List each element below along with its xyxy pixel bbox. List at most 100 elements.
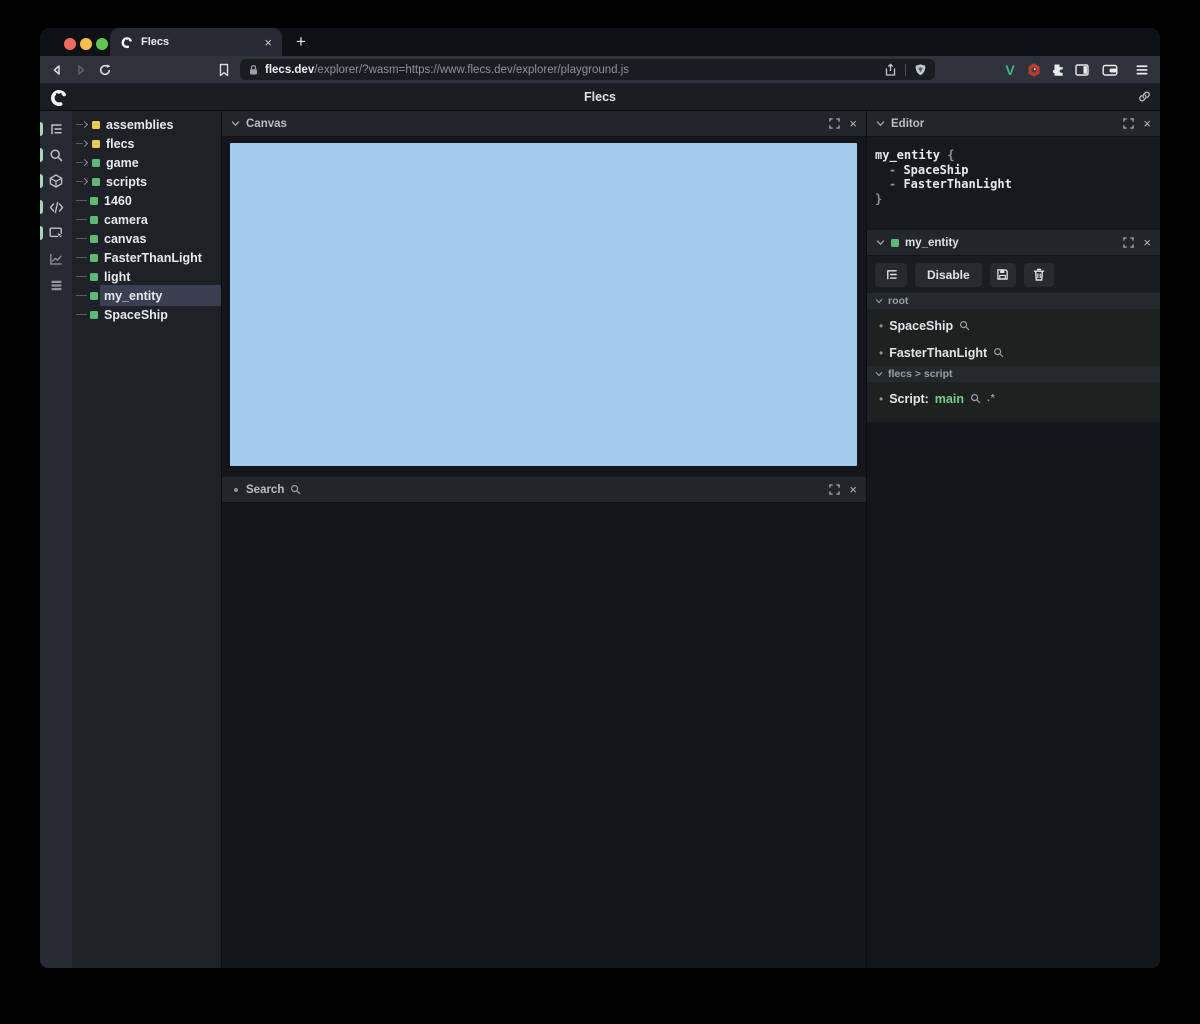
search-small-icon[interactable] (959, 320, 970, 331)
traffic-minimize-button[interactable] (80, 38, 92, 50)
tree-item-flecs[interactable]: flecs (72, 134, 221, 153)
inspector-panel-header: my_entity × (867, 230, 1160, 256)
active-indicator (40, 148, 43, 162)
component-name: Script: (889, 391, 929, 406)
tree-item-scripts[interactable]: scripts (72, 172, 221, 191)
tree-guide (76, 257, 87, 258)
forward-icon[interactable] (74, 63, 88, 77)
sidebar-toggle-icon[interactable] (1075, 63, 1090, 77)
chevron-down-icon[interactable] (876, 119, 885, 128)
section-title: root (888, 295, 909, 307)
tab-title: Flecs (141, 36, 170, 48)
component-name: SpaceShip (889, 318, 954, 333)
memory-icon[interactable] (40, 272, 72, 298)
new-tab-button[interactable]: + (290, 31, 312, 53)
component-row[interactable]: • SpaceShip (867, 312, 1160, 339)
chevron-right-icon[interactable] (80, 177, 89, 186)
browser-window: Flecs × + flecs.dev/explorer/?wasm=https… (40, 28, 1160, 968)
expand-icon[interactable] (829, 484, 841, 495)
url-bar[interactable]: flecs.dev/explorer/?wasm=https://www.fle… (240, 59, 935, 80)
tree-item-my_entity[interactable]: my_entity (72, 285, 221, 306)
chevron-down-icon[interactable] (875, 370, 883, 378)
tree-item-camera[interactable]: camera (72, 210, 221, 229)
wallet-icon[interactable] (1102, 63, 1118, 77)
chevron-right-icon[interactable] (80, 158, 89, 167)
tree-item-canvas[interactable]: canvas (72, 229, 221, 248)
code-editor[interactable]: my_entity {- SpaceShip - FasterThanLight} (867, 137, 1160, 227)
code-token: FasterThanLight (903, 177, 1012, 191)
tree-item-FasterThanLight[interactable]: FasterThanLight (72, 248, 221, 267)
entity-square-icon (90, 196, 98, 205)
code-icon[interactable] (40, 194, 72, 220)
section-header[interactable]: root (867, 293, 1160, 309)
reload-icon[interactable] (98, 63, 112, 77)
entities-icon[interactable] (40, 168, 72, 194)
entity-square-icon (891, 238, 899, 247)
tree-item-label-wrap: SpaceShip (100, 304, 221, 325)
section-header[interactable]: flecs > script (867, 366, 1160, 382)
tree-item-label-wrap: light (100, 266, 221, 287)
tree-item-SpaceShip[interactable]: SpaceShip (72, 305, 221, 324)
component-row[interactable]: • Script: main .* (867, 385, 1160, 412)
tree-item-label-wrap: assemblies (102, 114, 221, 135)
tree-guide (76, 200, 87, 201)
extension-adblock-icon[interactable] (1027, 62, 1042, 77)
close-icon[interactable]: × (849, 117, 857, 130)
url-domain: flecs.dev (265, 63, 315, 76)
extensions-puzzle-icon[interactable] (1051, 62, 1066, 77)
share-icon[interactable] (884, 62, 897, 77)
chevron-down-icon[interactable] (231, 119, 240, 128)
traffic-zoom-button[interactable] (96, 38, 108, 50)
tree-guide (76, 314, 87, 315)
expr-icon[interactable]: .* (987, 393, 996, 404)
render-canvas[interactable] (230, 143, 857, 466)
chevron-right-icon[interactable] (80, 139, 89, 148)
expand-icon[interactable] (1123, 118, 1135, 129)
tree-item-game[interactable]: game (72, 153, 221, 172)
tab-strip: Flecs × + (40, 28, 1160, 56)
code-line: - SpaceShip (875, 163, 1152, 178)
save-button[interactable] (989, 262, 1016, 287)
back-icon[interactable] (50, 63, 64, 77)
lock-icon (248, 64, 259, 76)
brave-shield-icon[interactable] (914, 63, 927, 77)
entity-square-icon (90, 310, 98, 319)
search-icon[interactable] (40, 142, 72, 168)
close-icon[interactable]: × (1143, 236, 1151, 249)
component-row[interactable]: • FasterThanLight (867, 339, 1160, 366)
search-small-icon[interactable] (993, 347, 1004, 358)
collapsed-dot-icon[interactable] (234, 487, 238, 492)
expand-icon[interactable] (829, 118, 841, 129)
search-small-icon[interactable] (970, 393, 981, 404)
search-panel-header: Search × (222, 477, 866, 503)
canvas-select-icon[interactable] (40, 220, 72, 246)
menu-icon[interactable] (1136, 64, 1149, 76)
search-small-icon (290, 484, 823, 495)
entity-square-icon (92, 139, 100, 148)
tree-item-light[interactable]: light (72, 267, 221, 286)
chevron-right-icon[interactable] (80, 120, 89, 129)
outliner-icon[interactable] (40, 116, 72, 142)
link-icon[interactable] (1137, 89, 1152, 104)
expand-icon[interactable] (1123, 237, 1135, 248)
tab-close-icon[interactable]: × (264, 35, 272, 50)
chevron-down-icon[interactable] (876, 238, 885, 247)
tree-item-label: assemblies (106, 117, 174, 132)
traffic-close-button[interactable] (64, 38, 76, 50)
close-icon[interactable]: × (1143, 117, 1151, 130)
stats-icon[interactable] (40, 246, 72, 272)
active-indicator (40, 122, 43, 136)
right-column: Editor × my_entity {- SpaceShip - FasterT… (866, 111, 1160, 968)
extension-vue-icon[interactable]: V (1005, 62, 1014, 78)
bookmark-icon[interactable] (218, 63, 231, 77)
tree-item-label-wrap: FasterThanLight (100, 247, 221, 268)
tree-item-1460[interactable]: 1460 (72, 191, 221, 210)
tree-item-assemblies[interactable]: assemblies (72, 115, 221, 134)
show-in-tree-button[interactable] (875, 262, 907, 287)
chevron-down-icon[interactable] (875, 297, 883, 305)
disable-button[interactable]: Disable (915, 262, 982, 287)
close-icon[interactable]: × (849, 483, 857, 496)
main-column: Canvas × Search × (221, 111, 866, 968)
browser-tab[interactable]: Flecs × (110, 28, 282, 56)
delete-button[interactable] (1023, 262, 1054, 287)
